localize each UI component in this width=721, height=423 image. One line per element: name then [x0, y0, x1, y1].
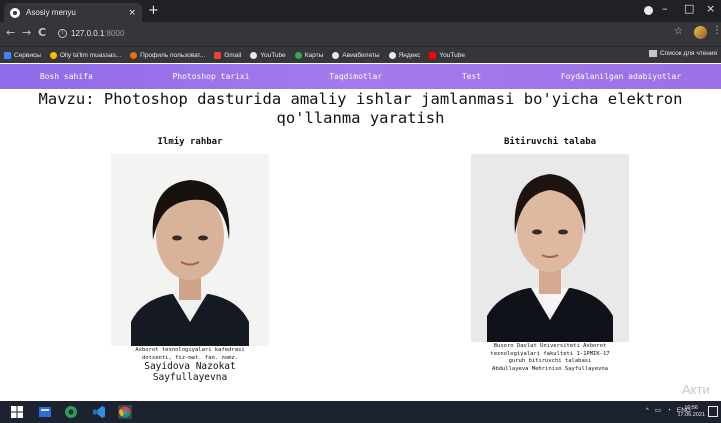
student-card: Bitiruvchi talaba Buxoro Davlat Universi…: [452, 137, 648, 372]
advisor-card: Ilmiy rahbar Axborot texnologiyalari kaf…: [92, 137, 288, 383]
student-role: Bitiruvchi talaba: [503, 137, 597, 147]
advisor-photo: [111, 154, 269, 346]
student-photo: [471, 154, 629, 342]
chrome-taskbar-icon[interactable]: [118, 405, 132, 419]
vscode-icon[interactable]: [92, 405, 106, 419]
student-desc-1: Buxoro Davlat Universiteti Axborot: [493, 343, 607, 349]
back-button[interactable]: ←: [6, 26, 15, 39]
student-desc-3: guruh bitiruvchi talabasi: [508, 358, 592, 364]
maps-icon: [294, 51, 302, 59]
gmail-icon: [214, 51, 222, 59]
bookmark-item[interactable]: Сервисы: [4, 51, 41, 59]
chrome-icon: [332, 51, 340, 59]
advisor-role: Ilmiy rahbar: [157, 137, 223, 147]
url-host: 127.0.0.1: [71, 29, 105, 38]
profile-icon[interactable]: [644, 6, 653, 15]
nav-link-photoshop-history[interactable]: Photoshop tarixi: [172, 72, 249, 81]
clock-date: 17.06.2021: [677, 412, 705, 418]
youtube-icon: [429, 51, 437, 59]
bookmark-icon: [49, 51, 57, 59]
bookmark-item[interactable]: Gmail: [214, 51, 241, 59]
new-tab-button[interactable]: +: [148, 3, 159, 19]
reload-button[interactable]: C: [38, 26, 46, 39]
browser-tab[interactable]: Asosiy menyu ×: [4, 3, 142, 22]
nav-link-presentations[interactable]: Taqdimotlar: [329, 72, 382, 81]
extension-avatar-icon[interactable]: [694, 26, 707, 39]
calculator-icon[interactable]: [38, 405, 52, 419]
bookmark-item[interactable]: Профиль пользоват...: [130, 51, 205, 59]
edge-icon[interactable]: [64, 405, 78, 419]
bookmarks-bar: Сервисы Oliy ta'lim muassas... Профиль п…: [0, 46, 721, 63]
tab-title: Asosiy menyu: [26, 8, 76, 17]
bookmark-item[interactable]: Карты: [294, 51, 323, 59]
menu-dots-icon[interactable]: ⋮: [712, 25, 721, 36]
battery-icon[interactable]: ▭: [655, 406, 661, 414]
chevron-up-icon[interactable]: ^: [646, 407, 649, 414]
bookmark-icon: [130, 51, 138, 59]
tab-close-icon[interactable]: ×: [128, 8, 136, 18]
bookmark-item[interactable]: Яндекс: [388, 51, 420, 59]
apps-grid-icon: [4, 51, 11, 59]
taskbar-clock[interactable]: 10:56 17.06.2021: [677, 405, 705, 419]
site-nav: Bosh sahifa Photoshop tarixi Taqdimotlar…: [0, 64, 721, 89]
advisor-desc-1: Axborot texnologiyalari kafedrasi: [135, 347, 245, 353]
bookmark-item[interactable]: Авиабилеты: [332, 51, 380, 59]
notification-icon[interactable]: [708, 406, 718, 417]
bookmark-item[interactable]: YouTube: [429, 51, 465, 59]
bookmark-star-icon[interactable]: ☆: [674, 26, 683, 37]
activation-watermark: Акти: [682, 382, 710, 397]
chrome-icon: [250, 51, 258, 59]
browser-toolbar: ← → C i 127.0.0.1 :8000 ☆ ⋮: [0, 22, 721, 46]
minimize-button[interactable]: –: [662, 2, 668, 15]
url-port: :8000: [104, 29, 125, 38]
chrome-favicon-icon: [10, 7, 20, 18]
bookmark-item[interactable]: Oliy ta'lim muassas...: [49, 51, 121, 59]
windows-taskbar: ^ ▭ ◔ ENG 10:56 17.06.2021: [0, 401, 721, 423]
info-icon[interactable]: i: [58, 29, 67, 38]
maximize-button[interactable]: □: [684, 2, 694, 15]
bookmark-item[interactable]: YouTube: [250, 51, 286, 59]
advisor-name-2: Sayfullayevna: [152, 372, 228, 383]
nav-link-test[interactable]: Test: [462, 72, 481, 81]
clock-time: 10:56: [684, 405, 699, 411]
forward-button[interactable]: →: [22, 26, 31, 39]
chrome-icon: [388, 51, 396, 59]
reading-list-icon: [649, 50, 657, 57]
windows-start-icon[interactable]: [10, 405, 24, 419]
page-title: Mavzu: Photoshop dasturida amaliy ishlar…: [38, 90, 683, 127]
address-bar[interactable]: i 127.0.0.1 :8000: [58, 25, 658, 42]
student-desc-4: Abdullayeva Mehriniso Sayfullayevna: [492, 365, 608, 372]
close-window-button[interactable]: ×: [706, 2, 715, 15]
network-icon[interactable]: ◔: [667, 407, 671, 414]
nav-link-home[interactable]: Bosh sahifa: [40, 72, 93, 81]
student-desc-2: texnologiyalari fakulteti 1-1PMIK-17: [490, 350, 610, 357]
browser-tabstrip: Asosiy menyu × + – □ ×: [0, 0, 721, 22]
reading-list-button[interactable]: Список для чтения: [649, 50, 717, 57]
nav-link-references[interactable]: Foydalanilgan adabiyotlar: [561, 72, 681, 81]
advisor-name-1: Sayidova Nazokat: [144, 361, 236, 372]
